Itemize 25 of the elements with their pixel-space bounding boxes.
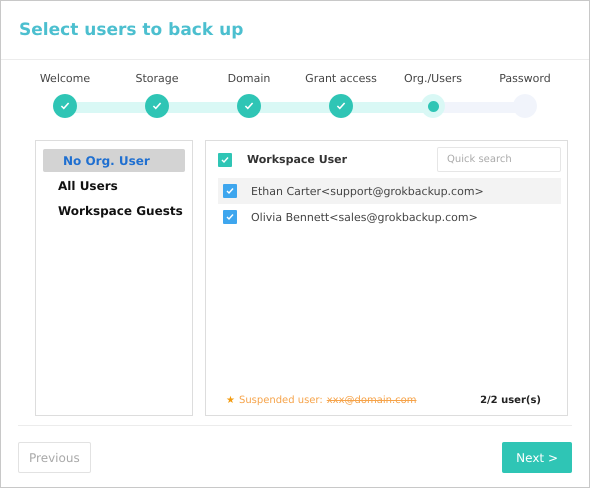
column-header: Workspace User bbox=[247, 153, 348, 166]
user-row[interactable]: Olivia Bennett<sales@grokbackup.com> bbox=[218, 204, 561, 230]
sidebar-item[interactable]: Workspace Guests bbox=[43, 199, 185, 222]
user-label: Ethan Carter<support@grokbackup.com> bbox=[251, 184, 484, 198]
checkmark-icon bbox=[225, 186, 235, 196]
select-all-checkbox[interactable] bbox=[218, 152, 232, 166]
star-icon: ★ bbox=[226, 394, 235, 406]
checkmark-icon bbox=[225, 212, 235, 222]
step-label: Org./Users bbox=[404, 72, 462, 86]
step-label: Password bbox=[499, 72, 551, 86]
step-label: Storage bbox=[135, 72, 179, 86]
user-label: Olivia Bennett<sales@grokbackup.com> bbox=[251, 210, 478, 224]
user-row[interactable]: Ethan Carter<support@grokbackup.com> bbox=[218, 178, 561, 204]
sidebar-item[interactable]: All Users bbox=[43, 174, 185, 197]
legend-example: xxx@domain.com bbox=[326, 394, 416, 406]
step-label: Domain bbox=[228, 72, 270, 86]
search-field[interactable]: Quick search bbox=[437, 147, 561, 172]
step-label: Welcome bbox=[40, 72, 90, 86]
step-label: Grant access bbox=[305, 72, 377, 86]
user-checkbox[interactable] bbox=[223, 184, 237, 198]
user-checkbox[interactable] bbox=[223, 210, 237, 224]
checkmark-icon bbox=[220, 154, 230, 164]
user-count: 2/2 user(s) bbox=[480, 394, 541, 406]
legend-label: Suspended user: bbox=[238, 394, 323, 406]
page-title: Select users to back up bbox=[1, 1, 589, 60]
